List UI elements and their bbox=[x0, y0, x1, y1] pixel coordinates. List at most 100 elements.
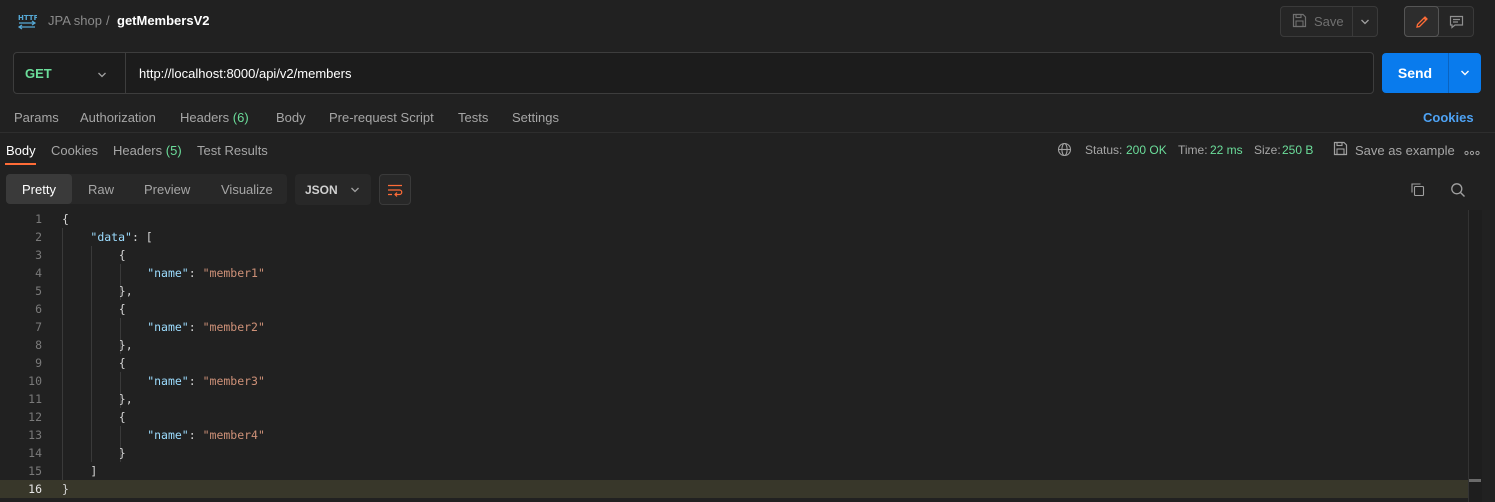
line-number: 8 bbox=[35, 338, 42, 352]
save-options-button[interactable] bbox=[1353, 7, 1377, 36]
save-button[interactable]: Save bbox=[1281, 7, 1354, 36]
json-key: "name" bbox=[147, 374, 189, 388]
json-punctuation: { bbox=[118, 356, 126, 370]
code-text: }, bbox=[119, 390, 133, 408]
code-text: ] bbox=[90, 462, 97, 480]
request-tabs: Params Authorization Headers (6) Body Pr… bbox=[0, 103, 1495, 133]
line-number: 5 bbox=[35, 284, 42, 298]
code-text: "name": "member4" bbox=[147, 426, 265, 444]
save-as-example-button[interactable]: Save as example bbox=[1333, 141, 1455, 159]
send-options-button[interactable] bbox=[1449, 53, 1481, 93]
tab-tests[interactable]: Tests bbox=[458, 110, 488, 125]
json-punctuation: } bbox=[62, 482, 69, 496]
line-number: 10 bbox=[28, 374, 42, 388]
time-label: Time: bbox=[1178, 143, 1208, 157]
breadcrumb-collection[interactable]: JPA shop bbox=[48, 13, 102, 28]
code-line: 8}, bbox=[0, 336, 1468, 354]
size-value[interactable]: 250 B bbox=[1282, 143, 1313, 157]
code-text: "name": "member3" bbox=[147, 372, 265, 390]
line-number: 11 bbox=[28, 392, 42, 406]
tab-headers-label: Headers bbox=[180, 110, 230, 125]
tab-headers[interactable]: Headers (6) bbox=[180, 110, 249, 125]
view-visualize-button[interactable]: Visualize bbox=[221, 174, 273, 204]
pencil-icon bbox=[1415, 15, 1428, 28]
code-line: 3{ bbox=[0, 246, 1468, 264]
format-select-value: JSON bbox=[305, 182, 338, 197]
code-text: { bbox=[119, 246, 126, 264]
tab-settings[interactable]: Settings bbox=[512, 110, 559, 125]
send-button-group: Send bbox=[1382, 53, 1481, 93]
cookies-link[interactable]: Cookies bbox=[1423, 110, 1474, 125]
globe-icon[interactable] bbox=[1057, 142, 1072, 160]
vertical-scrollbar[interactable] bbox=[1468, 210, 1482, 502]
code-text: "name": "member2" bbox=[147, 318, 265, 336]
code-line: 11}, bbox=[0, 390, 1468, 408]
save-as-example-label: Save as example bbox=[1355, 142, 1455, 158]
tab-params[interactable]: Params bbox=[14, 110, 59, 125]
copy-icon[interactable] bbox=[1410, 182, 1425, 200]
line-number: 7 bbox=[35, 320, 42, 334]
save-icon bbox=[1333, 141, 1348, 159]
json-punctuation: : bbox=[188, 320, 203, 334]
url-bar: GET http://localhost:8000/api/v2/members bbox=[13, 52, 1374, 94]
line-number: 9 bbox=[35, 356, 42, 370]
status-label: Status: bbox=[1085, 143, 1123, 157]
line-number: 3 bbox=[35, 248, 42, 262]
url-input[interactable]: http://localhost:8000/api/v2/members bbox=[139, 66, 351, 81]
format-select[interactable]: JSON bbox=[295, 174, 371, 205]
tab-prerequest-script[interactable]: Pre-request Script bbox=[329, 110, 434, 125]
request-title[interactable]: getMembersV2 bbox=[117, 13, 209, 28]
json-punctuation: { bbox=[62, 212, 69, 226]
status-value[interactable]: 200 OK bbox=[1126, 143, 1167, 157]
chevron-down-icon bbox=[1361, 19, 1370, 24]
search-icon[interactable] bbox=[1450, 182, 1466, 201]
line-number: 6 bbox=[35, 302, 42, 316]
code-text: } bbox=[119, 444, 126, 462]
line-number: 4 bbox=[35, 266, 42, 280]
save-button-group: Save bbox=[1280, 6, 1378, 37]
code-line: 2 "data": [ bbox=[0, 228, 1468, 246]
wrap-icon bbox=[388, 184, 403, 197]
tab-body[interactable]: Body bbox=[276, 110, 306, 125]
response-body-editor[interactable]: 1{2 "data": [3{4 "name": "member1" 5}, 6{7 "n… bbox=[0, 210, 1495, 502]
top-bar: HTTP JPA shop / getMembersV2 Save bbox=[0, 0, 1495, 44]
view-preview-button[interactable]: Preview bbox=[144, 174, 190, 204]
response-headers-label: Headers bbox=[113, 143, 163, 158]
edit-mode-button[interactable] bbox=[1404, 6, 1439, 37]
more-options-icon[interactable] bbox=[1464, 145, 1480, 160]
code-line: 1{ bbox=[0, 210, 1468, 228]
line-number: 14 bbox=[28, 446, 42, 460]
chevron-down-icon bbox=[1461, 70, 1469, 76]
headers-count: (6) bbox=[232, 110, 249, 125]
code-line: 4 "name": "member1" bbox=[0, 264, 1468, 282]
tab-authorization[interactable]: Authorization bbox=[80, 110, 156, 125]
json-key: "data" bbox=[90, 230, 132, 244]
chevron-down-icon[interactable] bbox=[97, 68, 107, 83]
send-button[interactable]: Send bbox=[1382, 53, 1449, 93]
code-text: }, bbox=[119, 336, 133, 354]
line-number: 15 bbox=[28, 464, 42, 478]
code-line: 9{ bbox=[0, 354, 1468, 372]
time-value[interactable]: 22 ms bbox=[1210, 143, 1243, 157]
chevron-down-icon bbox=[350, 187, 359, 192]
view-raw-button[interactable]: Raw bbox=[88, 174, 114, 204]
method-select[interactable]: GET bbox=[25, 66, 52, 81]
view-pretty-button[interactable]: Pretty bbox=[6, 174, 72, 204]
code-text: "name": "member1" bbox=[147, 264, 265, 282]
line-number: 16 bbox=[28, 482, 42, 496]
response-tab-headers[interactable]: Headers (5) bbox=[113, 143, 182, 158]
json-punctuation: : [ bbox=[131, 230, 153, 244]
response-tab-cookies[interactable]: Cookies bbox=[51, 143, 98, 158]
comments-button[interactable] bbox=[1439, 7, 1473, 36]
wrap-lines-button[interactable] bbox=[379, 174, 411, 205]
code-text: }, bbox=[119, 282, 133, 300]
response-tab-body[interactable]: Body bbox=[6, 143, 36, 158]
breadcrumb-separator: / bbox=[106, 13, 110, 28]
response-tab-test-results[interactable]: Test Results bbox=[197, 143, 268, 158]
line-number: 1 bbox=[35, 212, 42, 226]
active-tab-indicator bbox=[5, 163, 36, 165]
line-number: 2 bbox=[35, 230, 42, 244]
code-line: 13 "name": "member4" bbox=[0, 426, 1468, 444]
json-punctuation: { bbox=[118, 302, 126, 316]
line-number: 13 bbox=[28, 428, 42, 442]
